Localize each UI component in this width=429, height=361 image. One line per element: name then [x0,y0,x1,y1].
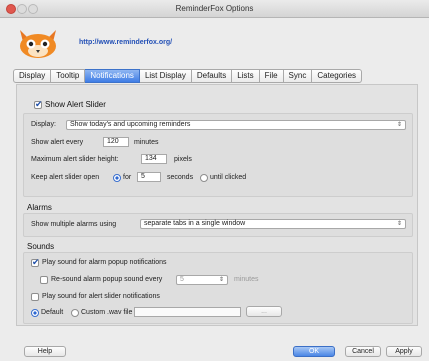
until-clicked-radio[interactable] [200,174,208,182]
show-every-input[interactable]: 120 [103,137,129,147]
default-sound-label: Default [41,309,64,316]
tab-categories[interactable]: Categories [312,69,363,83]
show-multiple-label: Show multiple alarms using [31,221,117,228]
header: http://www.reminderfox.org/ [0,18,429,68]
ok-button[interactable]: OK [293,346,335,357]
window-title: ReminderFox Options [175,4,254,13]
display-label: Display: [31,121,56,128]
browse-button[interactable]: ... [246,306,282,317]
max-height-input[interactable]: 134 [141,154,167,164]
show-multiple-select[interactable]: separate tabs in a single window ⇕ [140,219,406,229]
show-alert-slider-label: Show Alert Slider [45,100,106,109]
custom-sound-radio[interactable] [71,309,79,317]
display-select-value: Show today's and upcoming reminders [70,121,191,128]
reminderfox-logo-icon [20,30,56,58]
tab-defaults[interactable]: Defaults [191,69,233,83]
tab-sync[interactable]: Sync [283,69,313,83]
seconds-label: seconds [167,174,194,181]
keep-open-for-label: for [123,174,132,181]
resound-select[interactable]: 5 ⇕ [176,275,228,285]
alert-slider-group: Display: Show today's and upcoming remin… [23,113,413,197]
custom-sound-label: Custom .wav file [81,309,133,316]
play-slider-sound-checkbox[interactable] [31,293,39,301]
display-select[interactable]: Show today's and upcoming reminders ⇕ [66,120,406,130]
play-slider-sound-label: Play sound for alert slider notification… [42,293,160,300]
until-clicked-label: until clicked [210,174,247,181]
tab-notifications[interactable]: Notifications [85,69,140,83]
show-multiple-value: separate tabs in a single window [144,220,246,227]
custom-wav-file-input[interactable] [134,307,241,317]
resound-checkbox[interactable] [40,276,48,284]
cancel-button[interactable]: Cancel [345,346,381,357]
sounds-group: Play sound for alarm popup notifications… [23,252,413,324]
play-alarm-sound-label: Play sound for alarm popup notifications [42,259,167,266]
show-alert-slider-checkbox[interactable] [34,99,43,110]
alarms-section-label: Alarms [27,203,52,212]
title-bar: ReminderFox Options [0,0,429,18]
select-arrows-icon: ⇕ [396,122,402,128]
apply-button[interactable]: Apply [386,346,422,357]
select-arrows-icon: ⇕ [396,221,402,227]
default-sound-radio[interactable] [31,309,39,317]
website-link[interactable]: http://www.reminderfox.org/ [79,39,172,46]
keep-open-seconds-input[interactable]: 5 [137,172,161,182]
resound-value: 5 [180,276,184,283]
options-window: ReminderFox Options http://www.reminderf… [0,0,429,361]
keep-open-label: Keep alert slider open [31,174,100,181]
tab-file[interactable]: File [259,69,284,83]
tab-tooltip[interactable]: Tooltip [51,69,86,83]
notifications-panel: Show Alert Slider Display: Show today's … [16,84,418,326]
select-arrows-icon: ⇕ [218,277,224,283]
sounds-section-label: Sounds [27,242,55,251]
resound-label: Re-sound alarm popup sound every [51,276,163,283]
resound-minutes-label: minutes [234,276,259,283]
max-height-label: Maximum alert slider height: [31,156,119,163]
tab-bar: Display Tooltip Notifications List Displ… [13,69,363,83]
tab-lists[interactable]: Lists [232,69,260,83]
tab-display[interactable]: Display [13,69,52,83]
help-button[interactable]: Help [24,346,66,357]
play-alarm-sound-checkbox[interactable] [31,257,40,268]
tab-list-display[interactable]: List Display [139,69,192,83]
show-every-label: Show alert every [31,139,84,146]
show-every-minutes-label: minutes [134,139,159,146]
keep-open-for-radio[interactable] [113,174,121,182]
alarms-group: Show multiple alarms using separate tabs… [23,213,413,237]
pixels-label: pixels [174,156,192,163]
